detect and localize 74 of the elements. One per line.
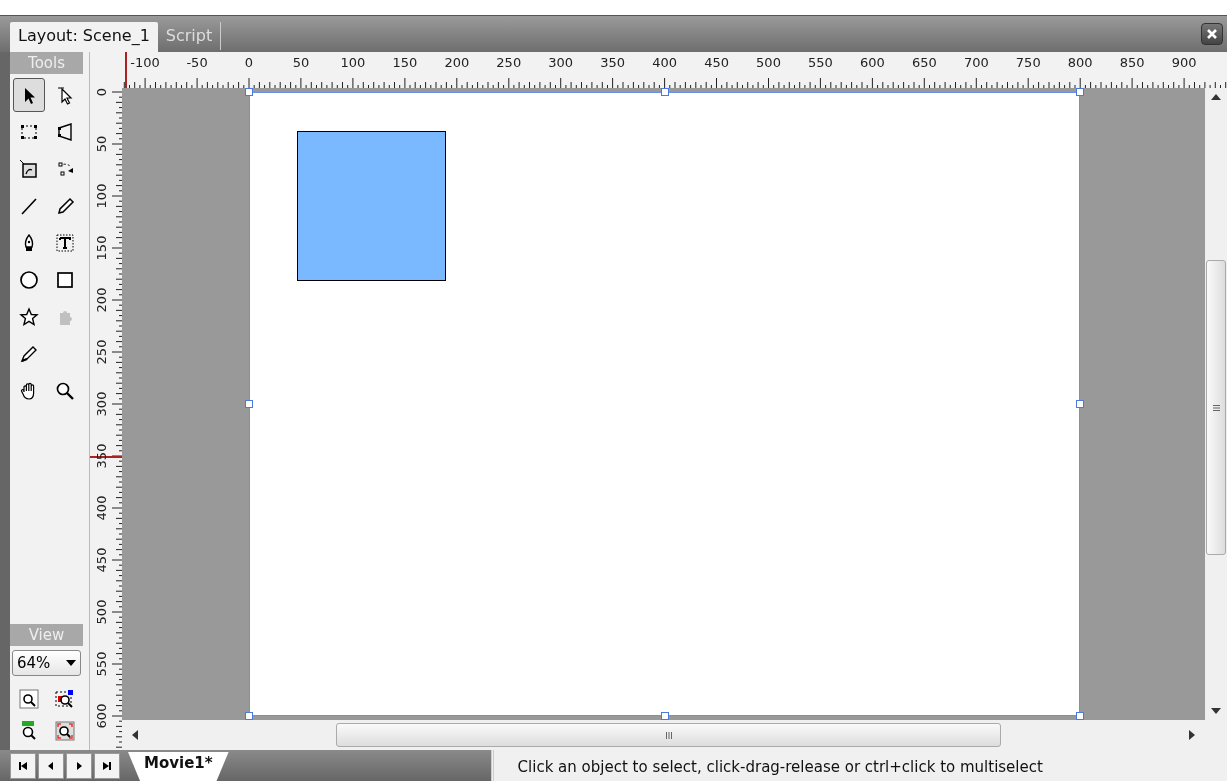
ruler-label: 500 [756, 55, 781, 70]
ruler-label: 850 [1119, 55, 1145, 70]
scroll-right-icon [1189, 730, 1195, 740]
ruler-label: 350 [600, 55, 626, 70]
ruler-label: 750 [1015, 55, 1041, 70]
panel-header: View [10, 624, 83, 646]
document-tab[interactable]: Movie1* [128, 752, 229, 781]
ruler-label: -50 [186, 55, 208, 70]
picture-frame-icon [19, 159, 39, 179]
cursor-marker [125, 52, 127, 88]
editor-tab[interactable]: Layout: Scene_1 [10, 22, 158, 52]
ruler-label: 0 [93, 88, 109, 99]
scroll-left-icon [132, 730, 138, 740]
navigation-button[interactable] [94, 753, 120, 779]
scroll-thumb[interactable] [336, 723, 1001, 747]
close-icon [1206, 28, 1218, 40]
distort-frame-icon [55, 122, 75, 142]
ruler-label: 250 [496, 55, 522, 70]
ruler-label: 550 [808, 55, 833, 70]
scroll-down-icon [1211, 708, 1221, 714]
rectangle-shape[interactable] [297, 131, 446, 281]
selection-handle[interactable] [245, 88, 253, 96]
zoom-dropdown[interactable]: 64% [12, 650, 81, 676]
magnifier-icon [55, 381, 75, 401]
ruler-label: 900 [1171, 55, 1197, 70]
ruler-label: 50 [292, 55, 310, 70]
knife-icon [19, 344, 39, 364]
scroll-thumb[interactable] [1206, 260, 1226, 555]
rotate-arrows-icon [55, 159, 75, 179]
ruler-label: 150 [392, 55, 418, 70]
selection-handle[interactable] [660, 712, 669, 720]
panel-header: Tools [10, 52, 83, 74]
caret-icon [66, 660, 76, 666]
ruler-label: 650 [911, 55, 937, 70]
navigation-button[interactable] [66, 753, 92, 779]
ruler-label: 0 [244, 55, 254, 70]
selection-handle[interactable] [245, 712, 253, 720]
status-bar: Click an object to select, click-drag-release or ctrl+click to multiselect [490, 750, 1227, 781]
grip-icon [665, 731, 672, 739]
selection-handle[interactable] [660, 88, 669, 96]
zoom-fit-icon [55, 721, 75, 741]
selection-handle[interactable] [1076, 88, 1084, 96]
square-icon [55, 270, 75, 290]
grip-icon [1212, 404, 1220, 411]
ruler-label: 100 [340, 55, 366, 70]
navigation-button[interactable] [10, 753, 36, 779]
star-icon [19, 307, 39, 327]
ruler-label: 200 [444, 55, 470, 70]
ruler-label: 400 [652, 55, 677, 70]
tool-button[interactable] [13, 78, 45, 112]
ruler-label: 450 [704, 55, 729, 70]
navigation-button[interactable] [38, 753, 64, 779]
last-icon [101, 760, 113, 772]
selection-handle[interactable] [1076, 712, 1084, 720]
cursor-marker [90, 456, 122, 458]
ruler-label: -100 [130, 55, 160, 70]
ruler-label: 800 [1067, 55, 1093, 70]
hollow-pointer-icon [55, 85, 75, 105]
selection-handle[interactable] [1076, 400, 1084, 408]
ruler-label: 700 [963, 55, 989, 70]
close-button[interactable] [1201, 23, 1223, 45]
text-icon [55, 233, 75, 253]
ruler-label: 300 [548, 55, 574, 70]
ruler-label: 600 [860, 55, 885, 70]
dotted-square-icon [19, 122, 39, 142]
zoom-box-icon [19, 689, 39, 709]
first-icon [17, 760, 29, 772]
selection-handle[interactable] [245, 400, 253, 408]
zoom-selection-icon [55, 689, 75, 709]
ruler-label: 50 [93, 136, 109, 152]
circle-icon [19, 270, 39, 290]
line-icon [19, 196, 39, 216]
pencil-icon [55, 196, 75, 216]
scroll-up-icon [1211, 94, 1221, 100]
